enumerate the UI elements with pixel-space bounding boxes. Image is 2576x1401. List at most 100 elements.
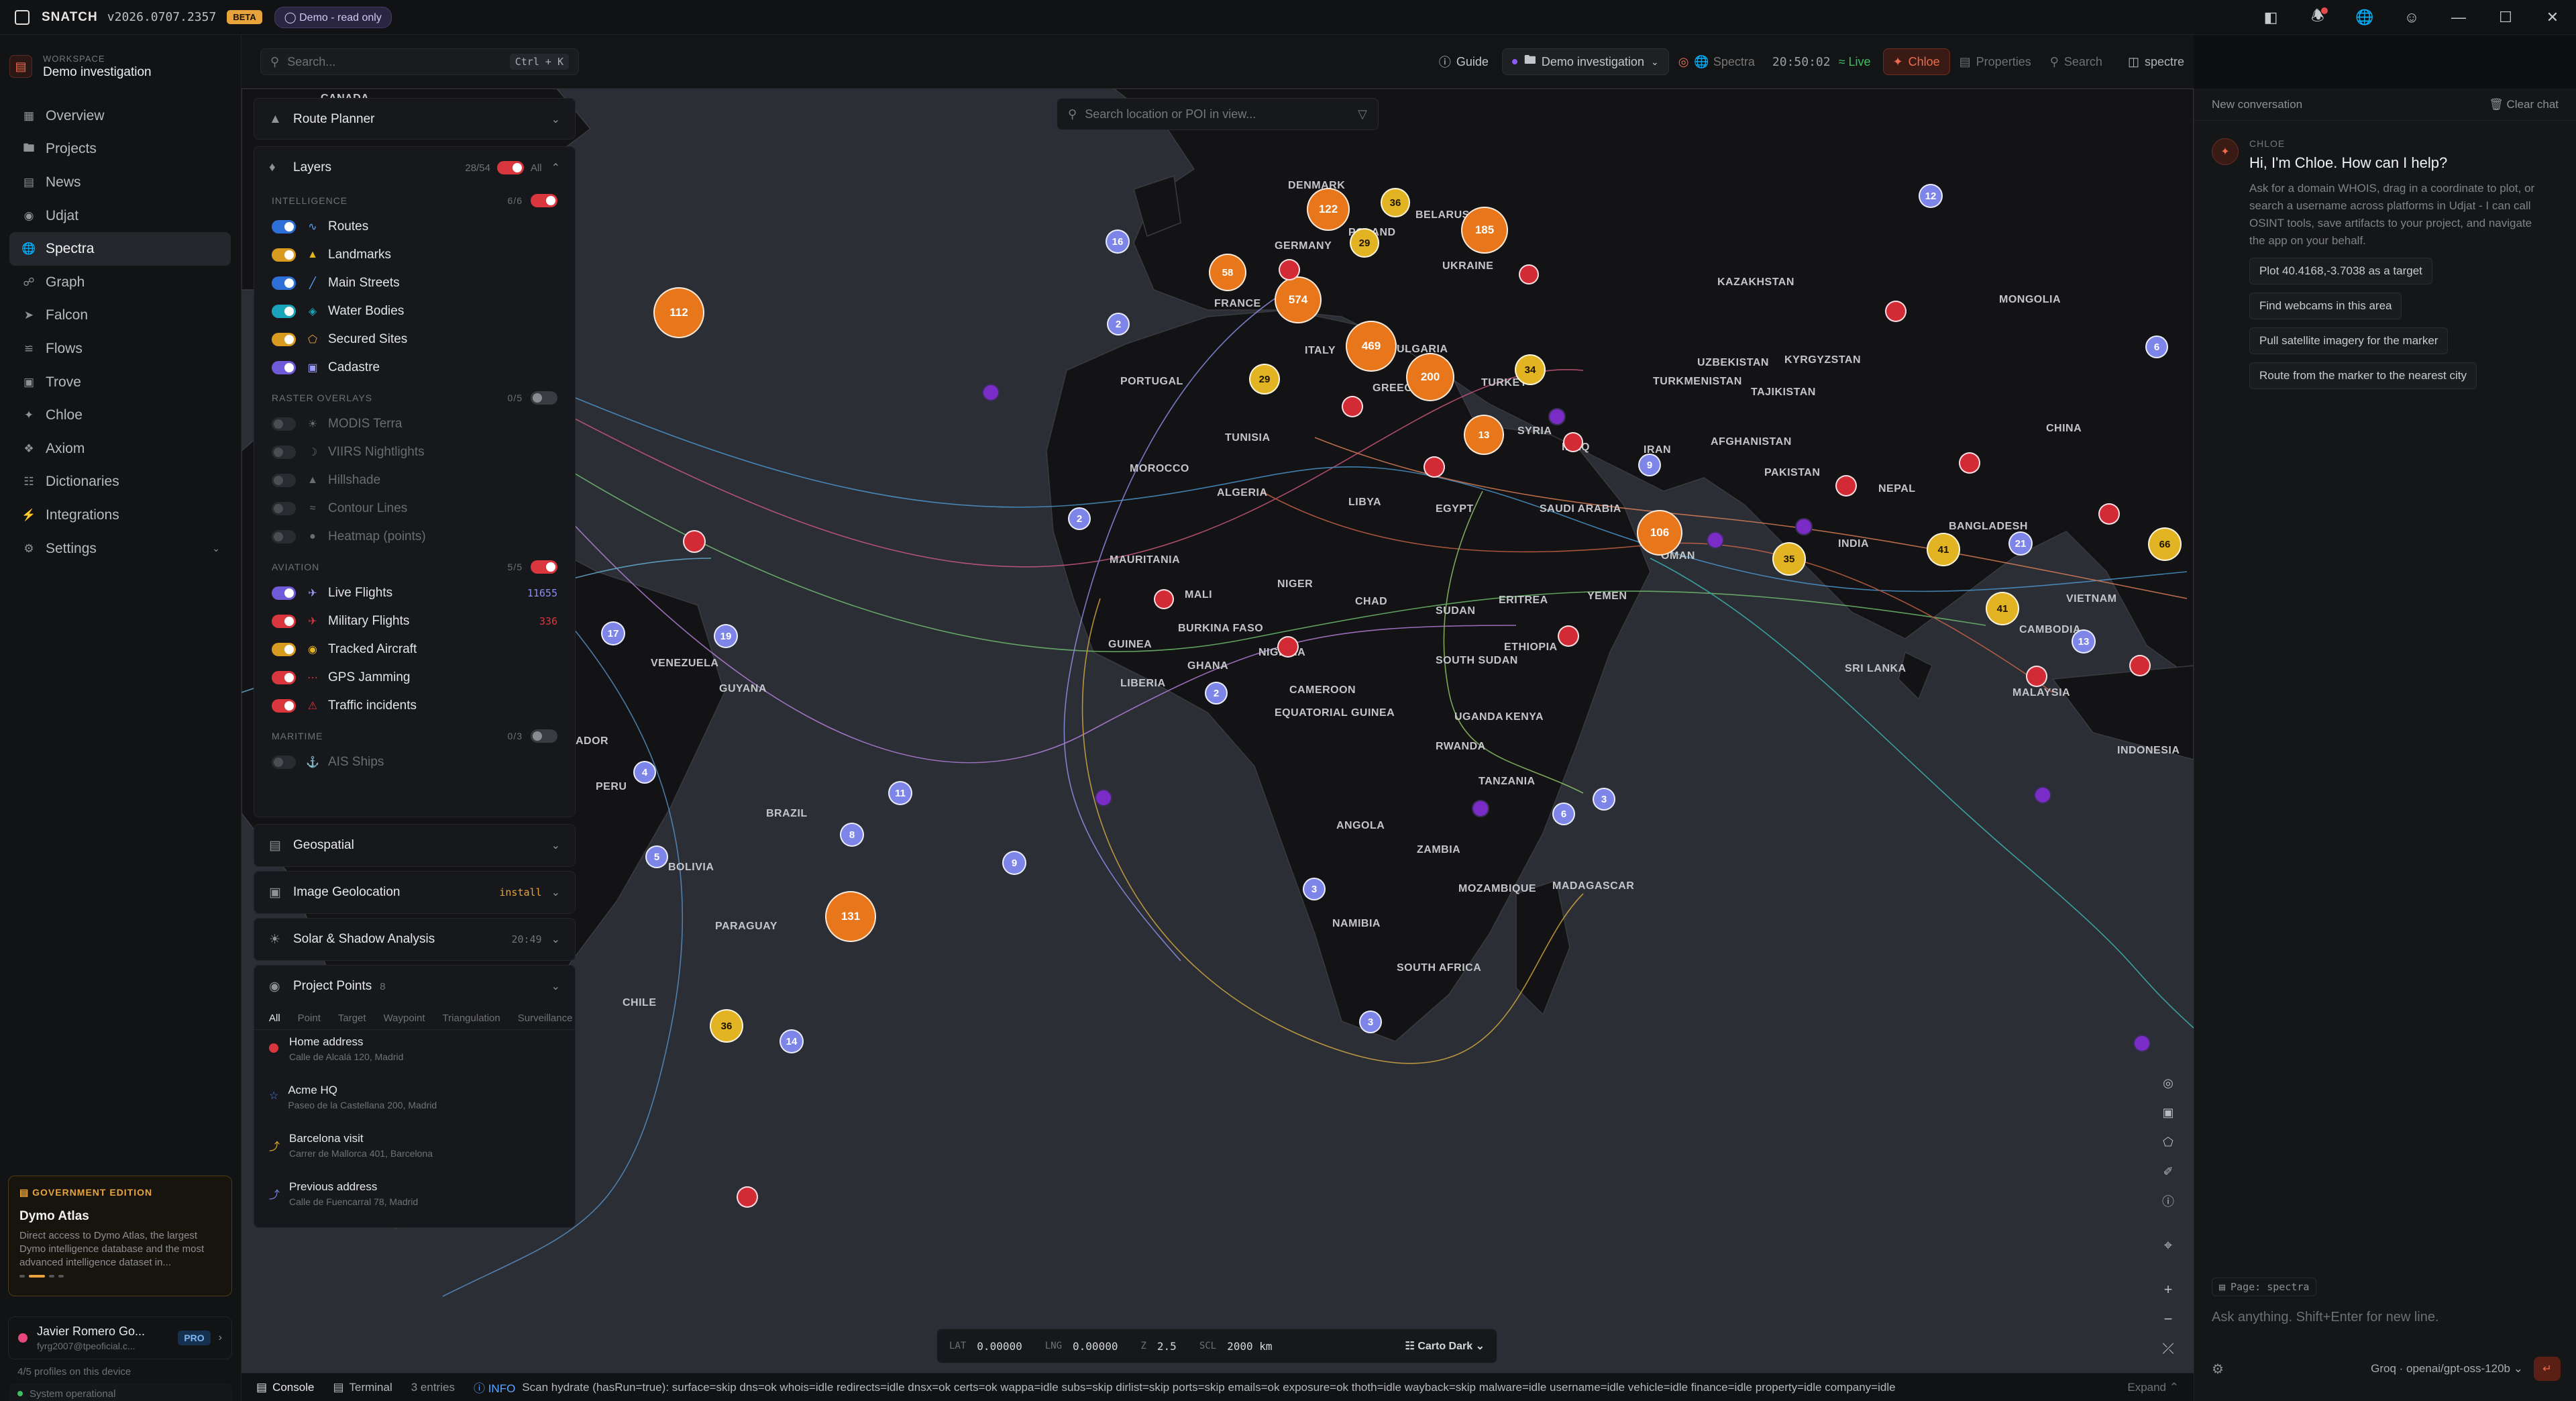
cluster-marker[interactable]: 2 [1107,313,1130,335]
clear-chat-button[interactable]: 🗑 Clear chat [2489,98,2559,111]
tab-target[interactable]: Target [338,1013,366,1024]
new-conversation-label[interactable]: New conversation [2212,98,2302,111]
camera-marker[interactable] [2034,786,2051,804]
sidebar-item-settings[interactable]: ⚙ Settings ⌄ [9,532,231,566]
incident-marker[interactable] [1342,396,1363,417]
cluster-marker[interactable]: 3 [1593,788,1615,811]
group-toggle[interactable] [531,729,557,743]
list-item[interactable]: ☆ Acme HQ Paseo de la Castellana 200, Madr… [254,1078,575,1127]
list-item[interactable]: ⤴ Previous address Calle de Fuencarral 78,… [254,1175,575,1223]
carousel-dot[interactable] [49,1275,54,1278]
discord-icon[interactable]: ◧ [2247,0,2294,35]
expand-button[interactable]: Expand ⌃ [2127,1381,2179,1394]
camera-marker[interactable] [982,384,1000,401]
cluster-marker[interactable]: 3 [1303,878,1326,900]
sidebar-item-news[interactable]: ▤ News [9,166,231,199]
camera-marker[interactable] [1472,800,1489,817]
layer-row-secured-sites[interactable]: ⬠ Secured Sites [254,325,575,354]
layer-row-cadastre[interactable]: ▣ Cadastre [254,354,575,382]
cluster-marker[interactable]: 14 [780,1029,804,1053]
camera-marker[interactable] [1707,531,1724,549]
tab-all[interactable]: All [269,1013,280,1024]
layer-toggle[interactable] [272,248,296,262]
sidebar-item-graph[interactable]: ☍ Graph [9,266,231,299]
sidebar-item-overview[interactable]: ▦ Overview [9,99,231,133]
sidebar-item-axiom[interactable]: ❖ Axiom [9,432,231,466]
tab-waypoint[interactable]: Waypoint [384,1013,425,1024]
cluster-marker[interactable]: 12 [1919,184,1943,208]
cluster-marker[interactable]: 29 [1249,364,1280,395]
camera-marker[interactable] [2133,1035,2151,1052]
camera-marker[interactable] [1548,408,1566,425]
layer-row-routes[interactable]: ∿ Routes [254,213,575,241]
suggestion-chip[interactable]: Pull satellite imagery for the marker [2249,327,2449,354]
layer-toggle[interactable] [272,333,296,346]
layers-stack-icon[interactable]: ◎ [2155,1070,2182,1096]
page-context-chip[interactable]: ▤ Page: spectra [2212,1278,2317,1296]
cluster-marker[interactable]: 36 [710,1009,743,1043]
suggestion-chip[interactable]: Route from the marker to the nearest cit… [2249,362,2477,389]
sidebar-item-spectra[interactable]: 🌐 Spectra [9,232,231,266]
camera-marker[interactable] [1095,789,1112,807]
project-points-header[interactable]: ◉ Project Points 8 ⌄ [254,966,575,1007]
list-item[interactable]: Home address Calle de Alcalá 120, Madrid [254,1030,575,1078]
incident-marker[interactable] [2098,503,2120,525]
sidebar-item-integrations[interactable]: ⚡ Integrations [9,499,231,532]
sidebar-item-udjat[interactable]: ◉ Udjat [9,199,231,233]
chat-input[interactable]: Ask anything. Shift+Enter for new line. [2212,1310,2561,1325]
layer-row-viirs[interactable]: ☽ VIIRS Nightlights [254,438,575,466]
layer-toggle[interactable] [272,699,296,713]
layer-row-modis[interactable]: ☀ MODIS Terra [254,410,575,438]
layer-toggle[interactable] [272,446,296,459]
cluster-marker[interactable]: 2 [1205,682,1228,705]
cluster-marker[interactable]: 21 [2008,531,2033,556]
layer-row-heatmap[interactable]: ● Heatmap (points) [254,523,575,551]
zoom-out-button[interactable]: − [2155,1306,2182,1333]
incident-marker[interactable] [1154,589,1174,609]
layer-toggle[interactable] [272,474,296,487]
map-location-search[interactable]: ⚲ Search location or POI in view... ▽ [1057,98,1379,130]
cluster-marker[interactable]: 131 [825,891,876,942]
sidebar-item-projects[interactable]: 🖿 Projects [9,133,231,166]
carousel-dot[interactable] [58,1275,64,1278]
cluster-marker[interactable]: 5 [645,845,668,868]
group-toggle[interactable] [531,194,557,207]
cluster-marker[interactable]: 13 [2072,629,2096,654]
layer-row-military-flights[interactable]: ✈ Military Flights 336 [254,607,575,635]
properties-button[interactable]: ▤ Properties [1950,48,2041,75]
sidebar-item-flows[interactable]: ≌ Flows [9,332,231,366]
cluster-marker[interactable]: 185 [1461,207,1508,254]
layer-toggle[interactable] [272,615,296,628]
route-planner-section[interactable]: ▲ Route Planner ⌄ [254,98,576,140]
polygon-icon[interactable]: ⬠ [2155,1129,2182,1155]
workspace-switcher[interactable]: ▤ WORKSPACE Demo investigation [9,44,232,89]
spectra-status[interactable]: ◎ 🌐 Spectra [1669,48,1764,75]
cluster-marker[interactable]: 9 [1638,454,1661,476]
incident-marker[interactable] [1885,301,1907,322]
tab-surveillance[interactable]: Surveillance [518,1013,573,1024]
language-globe-icon[interactable]: 🌐 [2341,0,2388,35]
settings-icon[interactable]: ⚙ [2212,1361,2224,1378]
cluster-marker[interactable]: 41 [1986,592,2019,625]
layer-toggle[interactable] [272,586,296,600]
cluster-marker[interactable]: 11 [888,781,912,805]
incident-marker[interactable] [1519,264,1539,284]
layer-toggle[interactable] [272,305,296,318]
incident-marker[interactable] [1835,475,1857,497]
group-toggle[interactable] [531,391,557,405]
cluster-marker[interactable]: 13 [1464,415,1504,455]
info-icon[interactable]: ⓘ [2155,1188,2182,1214]
close-button[interactable]: ✕ [2529,0,2576,35]
cluster-marker[interactable]: 19 [714,624,738,648]
carousel-dot[interactable] [19,1275,25,1278]
layer-toggle[interactable] [272,756,296,769]
basemap-selector[interactable]: ☷ Carto Dark ⌄ [1405,1339,1485,1353]
carousel-dot-active[interactable] [29,1275,45,1278]
solar-shadow-section[interactable]: ☀ Solar & Shadow Analysis 20:49 ⌄ [254,918,576,961]
cluster-marker[interactable]: 2 [1068,507,1091,530]
console-tab[interactable]: ▤ Console [256,1381,314,1394]
install-tag[interactable]: install [499,886,541,898]
layers-master-toggle[interactable] [496,161,524,174]
maximize-button[interactable]: ☐ [2482,0,2529,35]
sidebar-item-trove[interactable]: ▣ Trove [9,366,231,399]
